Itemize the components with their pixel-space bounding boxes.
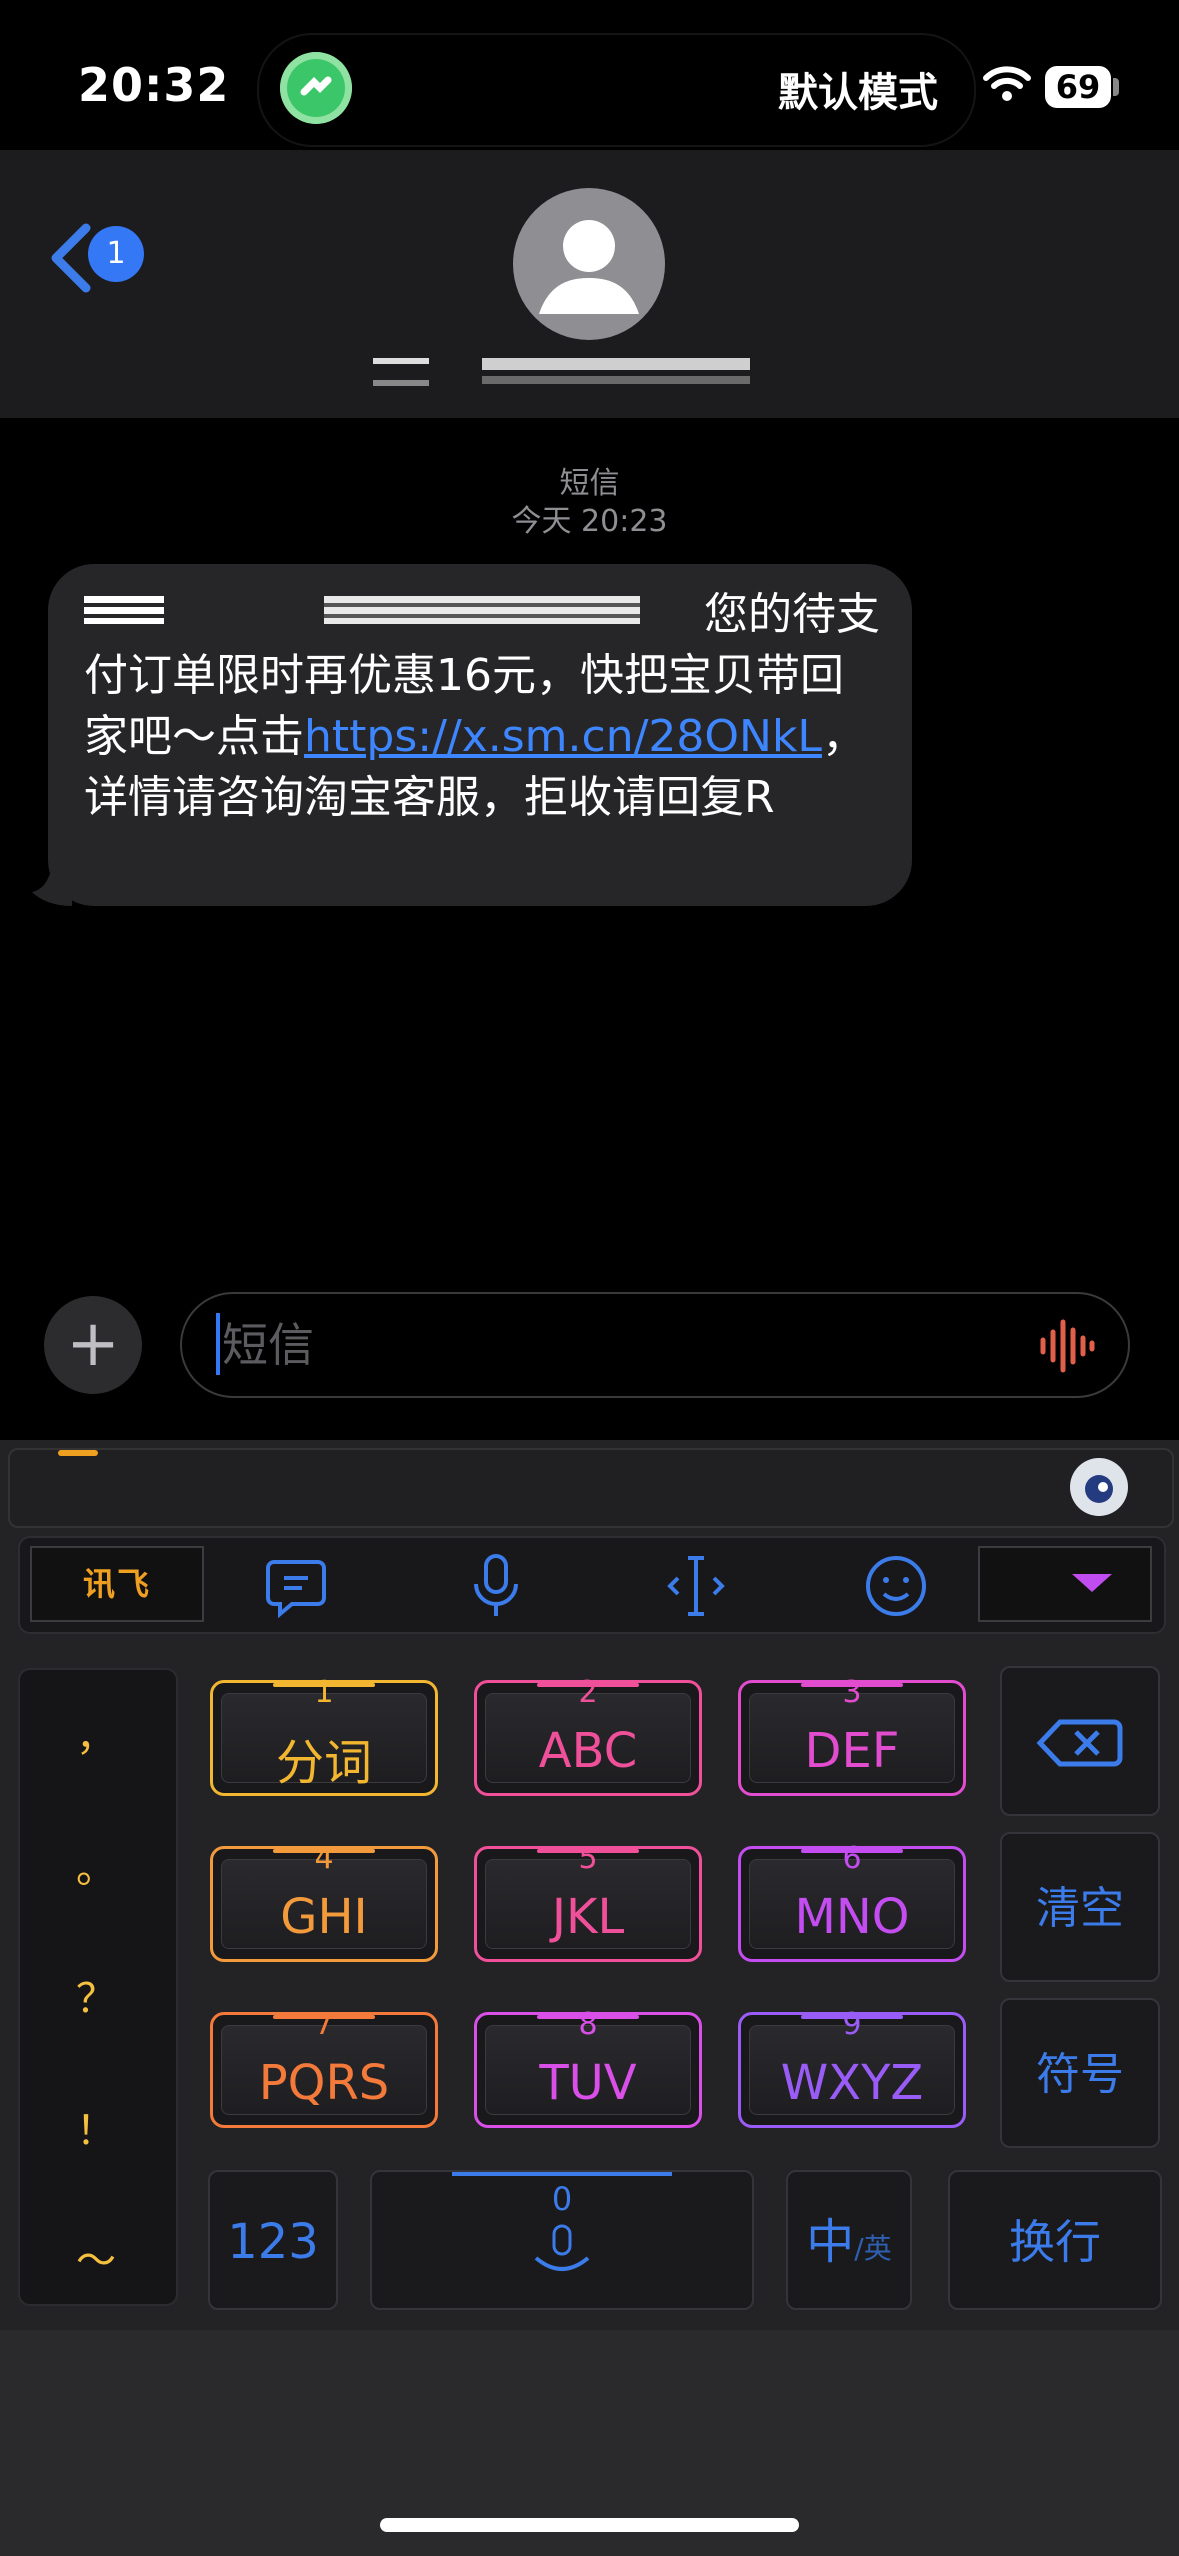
message-input[interactable]	[180, 1292, 1130, 1398]
keyboard-mascot-icon[interactable]	[1070, 1458, 1128, 1516]
key-1-fenci[interactable]: 1 分词	[210, 1675, 438, 1796]
redacted-contact-name-part	[482, 358, 750, 370]
redacted-contact-name[interactable]	[373, 358, 429, 364]
key-label: DEF	[804, 1723, 900, 1779]
focus-mode-label: 默认模式	[778, 70, 938, 116]
key-number: 2	[578, 1675, 598, 1710]
keyboard-candidate-bar	[8, 1448, 1174, 1528]
battery-tip	[1113, 78, 1119, 96]
clear-key[interactable]: 清空	[1000, 1832, 1160, 1982]
space-mic-icon	[534, 2224, 590, 2271]
battery-icon: 69	[1045, 66, 1111, 108]
cursor-move-icon[interactable]	[658, 1548, 734, 1624]
punct-exclaim-key[interactable]: ！	[18, 2098, 174, 2156]
key-label: 分词	[275, 1735, 372, 1791]
home-indicator[interactable]	[380, 2518, 799, 2532]
contact-avatar[interactable]	[513, 188, 665, 340]
enter-key[interactable]: 换行	[948, 2170, 1162, 2310]
status-time: 20:32	[78, 58, 230, 112]
key-number: 4	[314, 1841, 334, 1876]
punct-period-key[interactable]: 。	[18, 1836, 174, 1894]
candidate-bar-accent	[58, 1450, 98, 1456]
voice-waveform-icon[interactable]	[1038, 1318, 1096, 1374]
message-line1-tail: 您的待	[704, 589, 836, 640]
symbols-key[interactable]: 符号	[1000, 1998, 1160, 2148]
emoji-icon[interactable]	[858, 1548, 934, 1624]
key-label: ABC	[538, 1723, 638, 1779]
backspace-icon	[1036, 1719, 1123, 1767]
add-attachment-button[interactable]: +	[44, 1296, 142, 1394]
message-timestamp: 今天 20:23	[511, 504, 668, 539]
text-caret	[216, 1313, 220, 1375]
backspace-key[interactable]	[1000, 1666, 1160, 1816]
key-number: 5	[578, 1841, 598, 1876]
key-label: TUV	[539, 2055, 637, 2111]
lang-main-label: 中	[806, 2214, 855, 2270]
key-7-pqrs[interactable]: 7 PQRS	[210, 2007, 438, 2128]
key-number: 3	[842, 1675, 862, 1710]
key-3-def[interactable]: 3 DEF	[738, 1675, 966, 1796]
numbers-key[interactable]: 123	[208, 2170, 338, 2310]
key-9-wxyz[interactable]: 9 WXYZ	[738, 2007, 966, 2128]
key-2-abc[interactable]: 2 ABC	[474, 1675, 702, 1796]
key-label: GHI	[280, 1889, 368, 1945]
key-label: JKL	[551, 1889, 625, 1945]
redacted-contact-name-part	[482, 376, 750, 384]
message-text: 您的待支付订单限时再优惠16元，快把宝贝带回家吧～点击https://x.sm.…	[84, 584, 884, 828]
key-6-mno[interactable]: 6 MNO	[738, 1841, 966, 1962]
space-key[interactable]: 0	[370, 2170, 754, 2310]
wifi-icon	[983, 66, 1031, 101]
key-4-ghi[interactable]: 4 GHI	[210, 1841, 438, 1962]
key-5-jkl[interactable]: 5 JKL	[474, 1841, 702, 1962]
punct-tilde-key[interactable]: ～	[18, 2228, 174, 2286]
key-label: WXYZ	[780, 2055, 924, 2111]
key-label: MNO	[794, 1889, 910, 1945]
key-number: 8	[578, 2007, 598, 2042]
lang-alt-label: /英	[854, 2232, 892, 2265]
collapse-keyboard-button[interactable]	[978, 1546, 1152, 1622]
key-8-tuv[interactable]: 8 TUV	[474, 2007, 702, 2128]
bubble-tail	[32, 860, 72, 906]
key-number: 9	[842, 2007, 862, 2042]
ifly-logo[interactable]: 讯飞	[30, 1546, 204, 1622]
punct-question-key[interactable]: ？	[18, 1966, 174, 2024]
key-label: PQRS	[258, 2055, 390, 2111]
microphone-icon[interactable]	[458, 1548, 534, 1624]
call-activity-icon[interactable]	[280, 52, 352, 124]
punct-comma-key[interactable]: ，	[18, 1704, 174, 1762]
clipboard-note-icon[interactable]	[258, 1548, 334, 1624]
language-toggle-key[interactable]: 中/英	[786, 2170, 912, 2310]
key-number: 6	[842, 1841, 862, 1876]
unread-badge[interactable]: 1	[88, 226, 144, 282]
message-link[interactable]: https://x.sm.cn/28ONkL	[304, 711, 822, 762]
redacted-contact-name-part	[373, 380, 429, 386]
key-number: 7	[314, 2007, 334, 2042]
key-number: 1	[314, 1675, 334, 1710]
space-key-number: 0	[551, 2180, 573, 2218]
